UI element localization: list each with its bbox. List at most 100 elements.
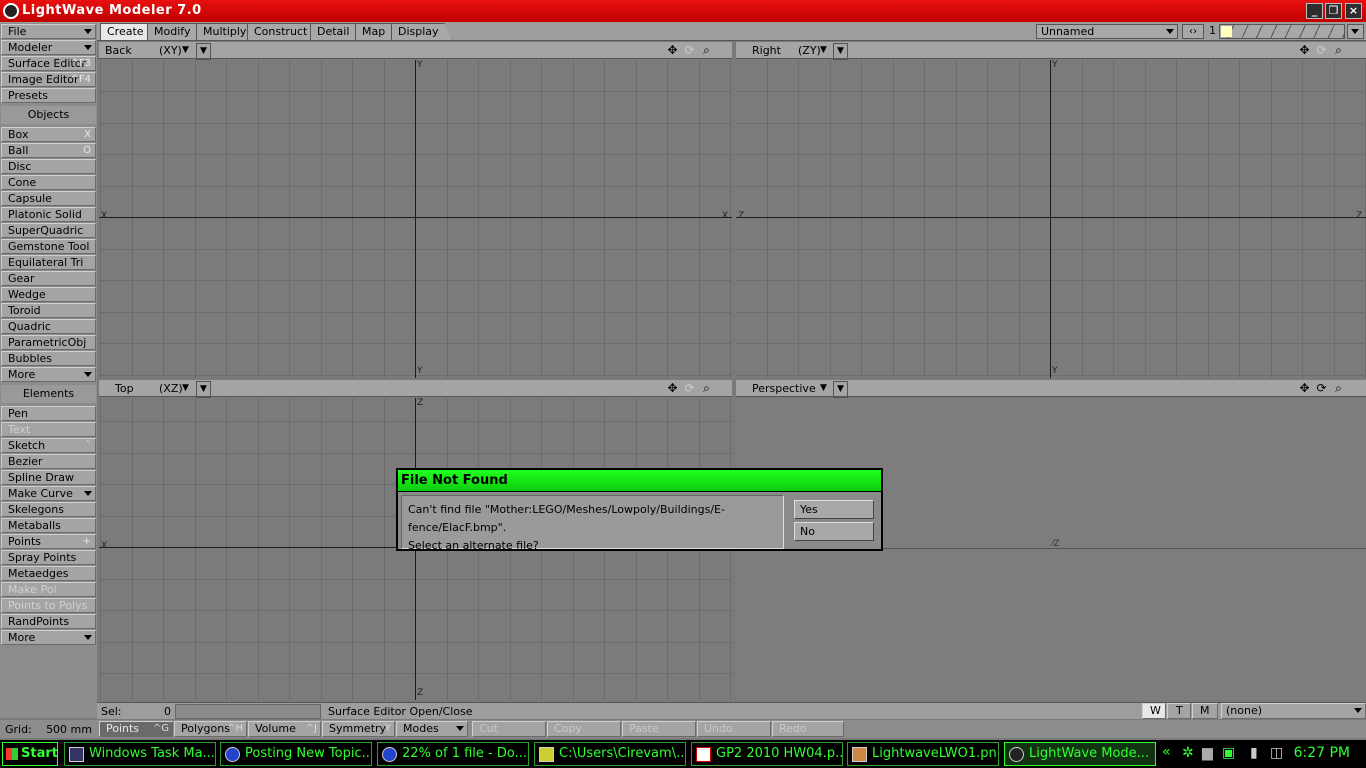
tool-text-button[interactable]: Text	[1, 422, 96, 437]
no-button[interactable]: No	[794, 522, 874, 541]
tool-toroid-button[interactable]: Toroid	[1, 303, 96, 318]
tray-settings-icon[interactable]: ✲	[1182, 745, 1194, 761]
rotate-view-icon[interactable]: ⟳	[681, 43, 698, 58]
tool-capsule-button[interactable]: Capsule	[1, 191, 96, 206]
tool-quadric-button[interactable]: Quadric	[1, 319, 96, 334]
chevron-down-icon[interactable]: ▼	[820, 43, 827, 58]
viewport-options-button[interactable]: ▼	[196, 43, 211, 60]
clock[interactable]: 6:27 PM	[1294, 745, 1350, 761]
viewport-back[interactable]: Back (XY) ▼ ▼ ✥ ⟳ ⌕ X X Y Y	[99, 42, 732, 378]
zoom-icon[interactable]: ⌕	[1330, 43, 1347, 58]
taskbar-item-image[interactable]: LightwaveLWO1.pn...	[847, 742, 999, 766]
tool-gemstone-tool-button[interactable]: Gemstone Tool	[1, 239, 96, 254]
tool-sketch-button[interactable]: Sketch `	[1, 438, 96, 453]
undo-button[interactable]: Undo	[697, 721, 771, 737]
tool-wedge-button[interactable]: Wedge	[1, 287, 96, 302]
zoom-icon[interactable]: ⌕	[698, 381, 715, 396]
start-button[interactable]: Start	[2, 742, 58, 766]
cut-button[interactable]: Cut	[472, 721, 546, 737]
move-view-icon[interactable]: ✥	[664, 381, 681, 396]
tab-detail[interactable]: Detail	[310, 23, 362, 40]
tool-pen-button[interactable]: Pen	[1, 406, 96, 421]
taskbar-item-download[interactable]: 22% of 1 file - Do...	[377, 742, 529, 766]
chevron-down-icon[interactable]: ▼	[182, 381, 189, 396]
viewport-axis-label[interactable]: (XY)	[159, 43, 182, 58]
taskbar-item-explorer[interactable]: C:\Users\Cirevam\...	[534, 742, 686, 766]
tray-monitor-icon[interactable]: ▣	[1222, 745, 1235, 761]
tool-disc-button[interactable]: Disc	[1, 159, 96, 174]
symmetry-button[interactable]: Symmetry Y	[322, 721, 395, 737]
tool-presets-button[interactable]: Presets	[1, 88, 96, 103]
rotate-view-icon[interactable]: ⟳	[1313, 43, 1330, 58]
layer-prev-next-arrows[interactable]: ‹›	[1182, 24, 1204, 39]
tool-box-button[interactable]: Box X	[1, 127, 96, 142]
wireframe-mode-button[interactable]: W	[1142, 703, 1166, 719]
tool-platonic-solid-button[interactable]: Platonic Solid	[1, 207, 96, 222]
tool-bezier-button[interactable]: Bezier	[1, 454, 96, 469]
tool-cone-button[interactable]: Cone	[1, 175, 96, 190]
lightwave-app-icon[interactable]	[3, 3, 19, 19]
tray-power-icon[interactable]: ▮	[1250, 745, 1258, 761]
paste-button[interactable]: Paste	[622, 721, 696, 737]
rotate-view-icon[interactable]: ⟳	[1313, 381, 1330, 396]
yes-button[interactable]: Yes	[794, 500, 874, 519]
copy-button[interactable]: Copy	[547, 721, 621, 737]
viewport-view-label[interactable]: Back	[105, 43, 132, 58]
viewport-view-label[interactable]: Perspective	[752, 381, 816, 396]
active-layer-swatch[interactable]	[1221, 26, 1232, 37]
zoom-icon[interactable]: ⌕	[698, 43, 715, 58]
move-view-icon[interactable]: ✥	[664, 43, 681, 58]
move-view-icon[interactable]: ✥	[1296, 43, 1313, 58]
layer-buttons[interactable]	[1219, 24, 1345, 39]
viewport-axis-label[interactable]: (ZY)	[798, 43, 821, 58]
tool-more-button[interactable]: More	[1, 630, 96, 645]
redo-button[interactable]: Redo	[772, 721, 844, 737]
tool-metaballs-button[interactable]: Metaballs	[1, 518, 96, 533]
tool-gear-button[interactable]: Gear	[1, 271, 96, 286]
minimize-button[interactable]: _	[1306, 3, 1323, 19]
layer-menu-button[interactable]	[1347, 24, 1364, 39]
viewport-axis-label[interactable]: (XZ)	[159, 381, 183, 396]
taskbar-item-browser[interactable]: Posting New Topic...	[220, 742, 372, 766]
tool-metaedges-button[interactable]: Metaedges	[1, 566, 96, 581]
object-selector[interactable]: Unnamed	[1036, 24, 1178, 39]
viewport-options-button[interactable]: ▼	[833, 381, 848, 398]
tool-superquadric-button[interactable]: SuperQuadric	[1, 223, 96, 238]
viewport-options-button[interactable]: ▼	[833, 43, 848, 60]
tool-points-to-polys-button[interactable]: Points to Polys	[1, 598, 96, 613]
maximize-button[interactable]: ❐	[1325, 3, 1342, 19]
chevron-down-icon[interactable]: ▼	[820, 381, 827, 396]
taskbar-item-lightwave[interactable]: LightWave Mode...	[1004, 742, 1156, 766]
tool-make-pol-button[interactable]: Make Pol	[1, 582, 96, 597]
tool-skelegons-button[interactable]: Skelegons	[1, 502, 96, 517]
viewport-view-label[interactable]: Top	[115, 381, 134, 396]
tool-surface-editor-button[interactable]: Surface Editor ^F3	[1, 56, 96, 71]
taskbar-item-task-manager[interactable]: Windows Task Ma...	[64, 742, 216, 766]
tool-bubbles-button[interactable]: Bubbles	[1, 351, 96, 366]
tool-more-button[interactable]: More	[1, 367, 96, 382]
viewport-grid[interactable]: X X Y Y	[99, 60, 732, 378]
viewport-options-button[interactable]: ▼	[196, 381, 211, 398]
viewport-right[interactable]: Right (ZY) ▼ ▼ ✥ ⟳ ⌕ Z Z Y Y	[736, 42, 1366, 378]
material-mode-button[interactable]: M	[1192, 703, 1218, 719]
tab-modify[interactable]: Modify	[147, 23, 203, 40]
tool-modeler-button[interactable]: Modeler	[1, 40, 96, 55]
tray-network-icon[interactable]: ◫	[1270, 745, 1283, 761]
tray-expand-chevron[interactable]: «	[1162, 744, 1171, 760]
tool-parametricobj-button[interactable]: ParametricObj	[1, 335, 96, 350]
viewport-grid[interactable]: Z Z Y Y	[736, 60, 1366, 378]
close-button[interactable]: ×	[1345, 3, 1362, 19]
tool-spline-draw-button[interactable]: Spline Draw	[1, 470, 96, 485]
chevron-down-icon[interactable]: ▼	[182, 43, 189, 58]
tool-randpoints-button[interactable]: RandPoints	[1, 614, 96, 629]
tool-image-editor-button[interactable]: Image Editor ^F4	[1, 72, 96, 87]
volume-button[interactable]: Volume ^J	[248, 721, 321, 737]
surface-selector[interactable]: (none)	[1221, 703, 1366, 719]
tool-spray-points-button[interactable]: Spray Points	[1, 550, 96, 565]
tool-points-button[interactable]: Points +	[1, 534, 96, 549]
texture-mode-button[interactable]: T	[1167, 703, 1191, 719]
tool-ball-button[interactable]: Ball O	[1, 143, 96, 158]
tab-display[interactable]: Display	[391, 23, 452, 40]
polygons-button[interactable]: Polygons ^H	[174, 721, 247, 737]
points-button[interactable]: Points ^G	[99, 721, 173, 737]
